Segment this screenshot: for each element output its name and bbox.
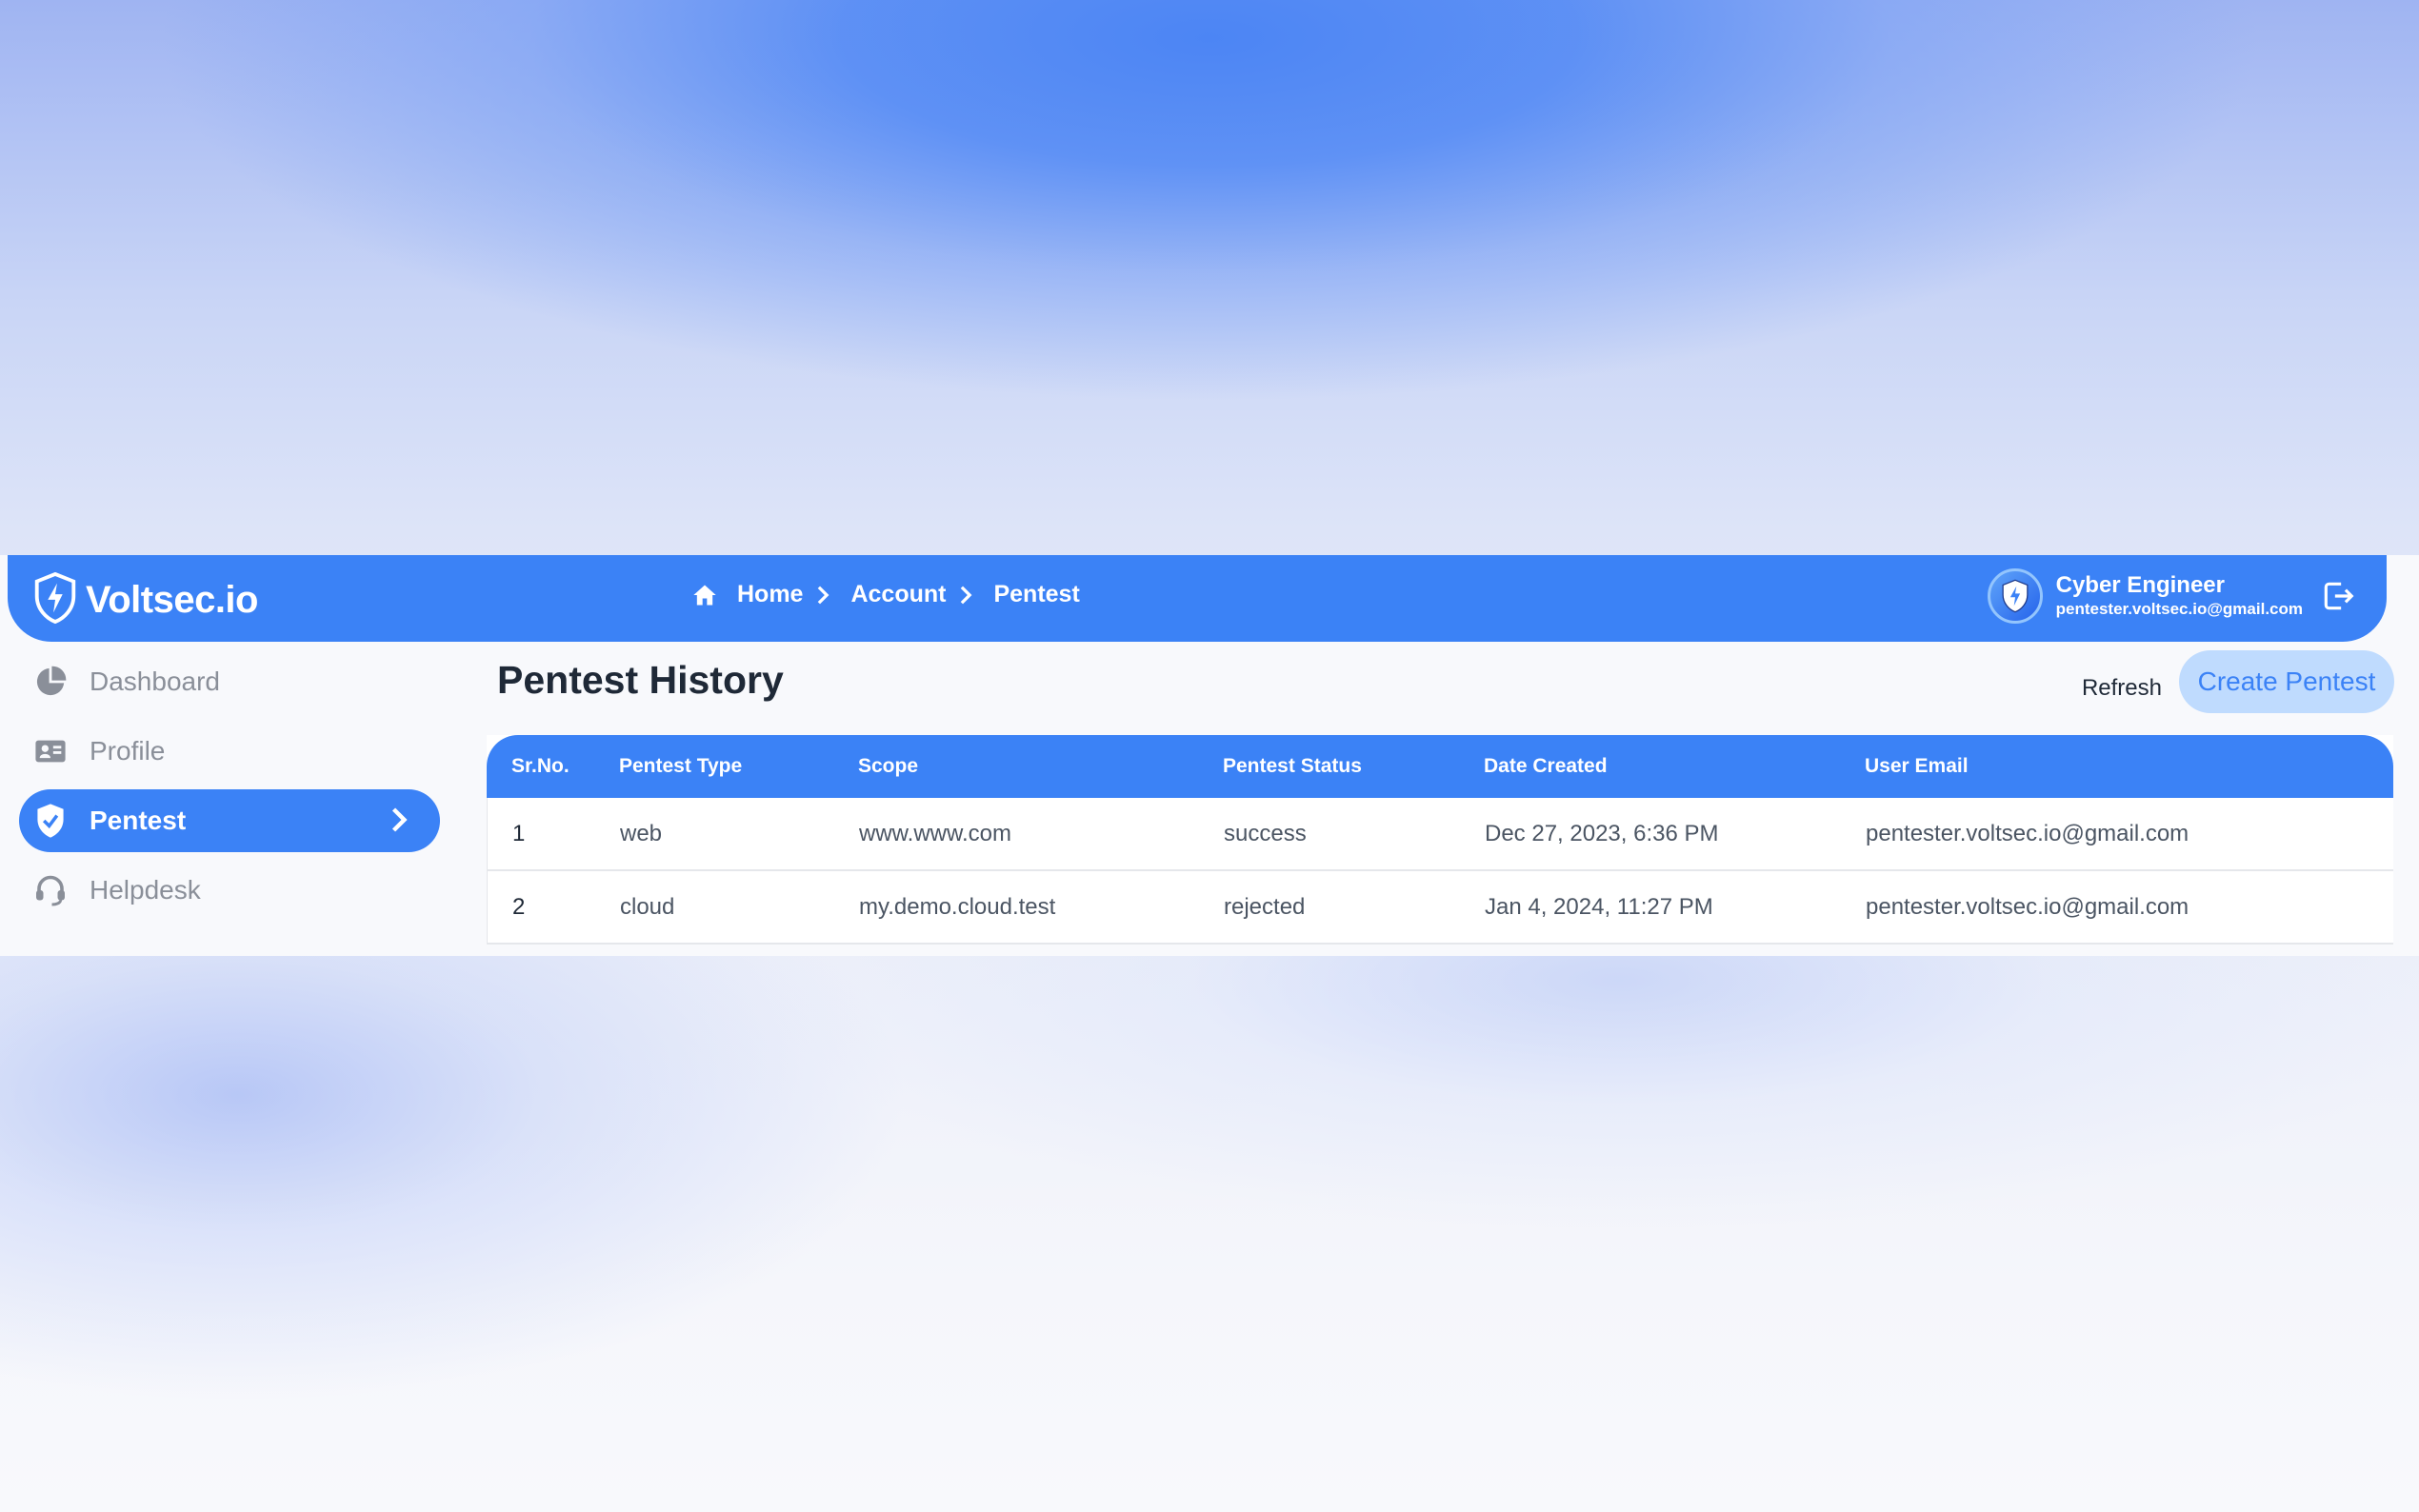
column-header[interactable]: Date Created — [1484, 735, 1608, 798]
pentest-table: Sr.No. Pentest Type Scope Pentest Status… — [487, 735, 2393, 945]
sidebar-item-dashboard[interactable]: Dashboard — [19, 650, 440, 713]
column-header[interactable]: Scope — [858, 735, 918, 798]
breadcrumb: Home Account Pentest — [691, 581, 1080, 608]
breadcrumb-home[interactable]: Home — [737, 581, 803, 608]
cell-status: success — [1224, 820, 1307, 846]
cell-date-created: Dec 27, 2023, 6:36 PM — [1485, 820, 1719, 846]
create-pentest-button[interactable]: Create Pentest — [2179, 650, 2394, 713]
chevron-right-icon — [957, 585, 974, 606]
cell-pentest-type: cloud — [620, 893, 675, 920]
table-row[interactable]: 1 web www.www.com success Dec 27, 2023, … — [487, 798, 2393, 871]
user-menu[interactable]: Cyber Engineer pentester.voltsec.io@gmai… — [1987, 568, 2356, 624]
chevron-right-icon — [389, 805, 410, 842]
column-header[interactable]: Pentest Type — [619, 735, 742, 798]
user-name: Cyber Engineer — [2055, 572, 2225, 598]
pie-chart-icon — [32, 664, 69, 700]
headset-icon — [32, 872, 69, 908]
top-navbar: Voltsec.io Home Account Pentest Cyber En… — [8, 555, 2387, 642]
sidebar-item-profile[interactable]: Profile — [19, 720, 440, 783]
sidebar: Dashboard Profile Pentest Helpdesk — [19, 650, 440, 928]
logout-icon[interactable] — [2320, 578, 2356, 614]
refresh-button[interactable]: Refresh — [2082, 675, 2162, 702]
cell-pentest-type: web — [620, 820, 663, 846]
table-row[interactable]: 2 cloud my.demo.cloud.test rejected Jan … — [487, 871, 2393, 945]
cell-sr-no: 2 — [512, 893, 526, 920]
breadcrumb-account[interactable]: Account — [850, 581, 946, 608]
app-window: Voltsec.io Home Account Pentest Cyber En… — [0, 555, 2419, 956]
shield-check-icon — [32, 803, 69, 839]
table-header: Sr.No. Pentest Type Scope Pentest Status… — [487, 735, 2393, 798]
shield-bolt-icon — [32, 571, 78, 628]
sidebar-item-pentest[interactable]: Pentest — [19, 789, 440, 852]
logo[interactable]: Voltsec.io — [32, 571, 258, 628]
avatar[interactable] — [1987, 568, 2043, 624]
column-header[interactable]: Sr.No. — [511, 735, 570, 798]
sidebar-item-label: Dashboard — [90, 666, 220, 696]
page-title: Pentest History — [497, 658, 784, 702]
cell-user-email: pentester.voltsec.io@gmail.com — [1866, 893, 2189, 920]
sidebar-item-label: Profile — [90, 736, 166, 766]
user-info: Cyber Engineer pentester.voltsec.io@gmai… — [2056, 572, 2303, 620]
sidebar-item-label: Pentest — [90, 806, 187, 835]
logo-text: Voltsec.io — [86, 579, 258, 621]
id-card-icon — [32, 733, 69, 769]
sidebar-item-helpdesk[interactable]: Helpdesk — [19, 859, 440, 922]
cell-date-created: Jan 4, 2024, 11:27 PM — [1485, 893, 1713, 920]
chevron-right-icon — [814, 585, 831, 606]
cell-status: rejected — [1224, 893, 1306, 920]
cell-scope: www.www.com — [859, 820, 1012, 846]
home-icon[interactable] — [691, 582, 718, 608]
cell-user-email: pentester.voltsec.io@gmail.com — [1866, 820, 2189, 846]
column-header[interactable]: User Email — [1865, 735, 1969, 798]
column-header[interactable]: Pentest Status — [1223, 735, 1362, 798]
sidebar-item-label: Helpdesk — [90, 875, 201, 905]
cell-scope: my.demo.cloud.test — [859, 893, 1056, 920]
breadcrumb-pentest[interactable]: Pentest — [993, 581, 1079, 608]
user-email: pentester.voltsec.io@gmail.com — [2055, 600, 2303, 618]
cell-sr-no: 1 — [512, 820, 526, 846]
